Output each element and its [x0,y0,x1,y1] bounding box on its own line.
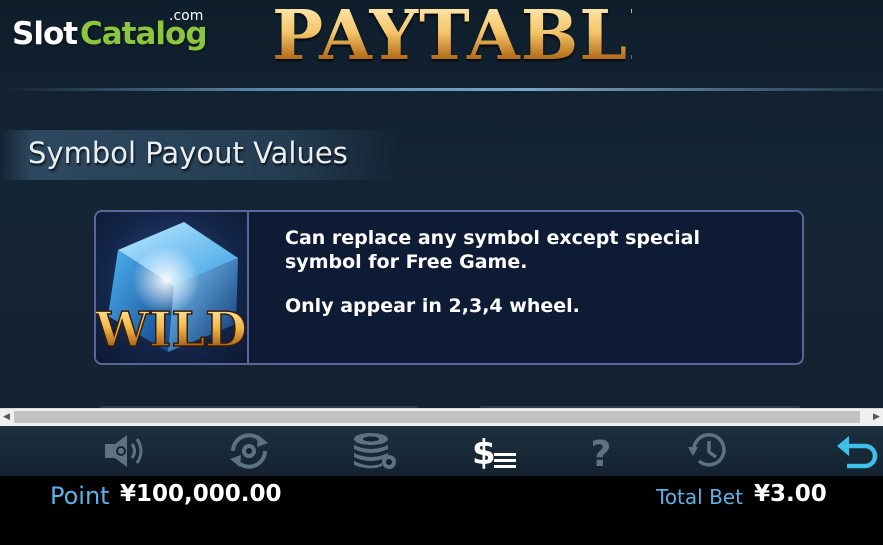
description-line-2: Only appear in 2,3,4 wheel. [285,295,580,317]
help-button[interactable]: ? [576,430,626,475]
wild-label: WILD [96,302,247,358]
autoplay-icon [230,433,268,469]
description-line-1: Can replace any symbol except special sy… [285,227,700,273]
title-divider [0,88,883,91]
paytable-screen: Slot Catalog .com PAYTABLE Symbol Payout… [0,0,883,426]
page-title: PAYTABLE [272,0,680,76]
logo-text-slot: Slot [12,16,78,52]
svg-text:?: ? [591,434,612,472]
total-bet-value: ¥3.00 [754,481,827,507]
scroll-left-arrow-icon[interactable]: ◀ [0,409,13,426]
paytable-button[interactable]: $ [470,430,520,473]
scroll-right-arrow-icon[interactable]: ▶ [870,409,883,426]
history-icon [688,433,726,467]
balance-bar: Point ¥100,000.00 Total Bet ¥3.00 [0,476,883,545]
horizontal-scrollbar[interactable]: ◀ ▶ [0,408,883,426]
sound-button[interactable] [101,430,151,472]
wild-symbol-card: WILD Can replace any symbol except speci… [94,210,804,365]
balance-label: Point [50,482,110,510]
symbol-description: Can replace any symbol except special sy… [285,226,765,338]
section-title: Symbol Payout Values [28,136,348,170]
bet-settings-button[interactable] [349,430,399,472]
wild-cube-icon: WILD [96,222,248,359]
autoplay-button[interactable] [224,430,274,472]
logo-text-com: .com [169,8,204,24]
balance-value: ¥100,000.00 [120,481,282,507]
scrollbar-thumb[interactable] [14,411,860,423]
sound-icon [105,435,143,467]
help-icon: ? [591,434,612,475]
back-button[interactable] [833,430,883,472]
wild-symbol-image: WILD [96,212,249,363]
game-toolbar: $ ? [0,426,883,476]
svg-text:$: $ [472,433,496,472]
total-bet-label: Total Bet [656,485,743,509]
chips-settings-icon [354,433,396,469]
back-icon [837,436,878,469]
paytable-icon: $ [472,433,516,473]
history-button[interactable] [684,430,734,472]
